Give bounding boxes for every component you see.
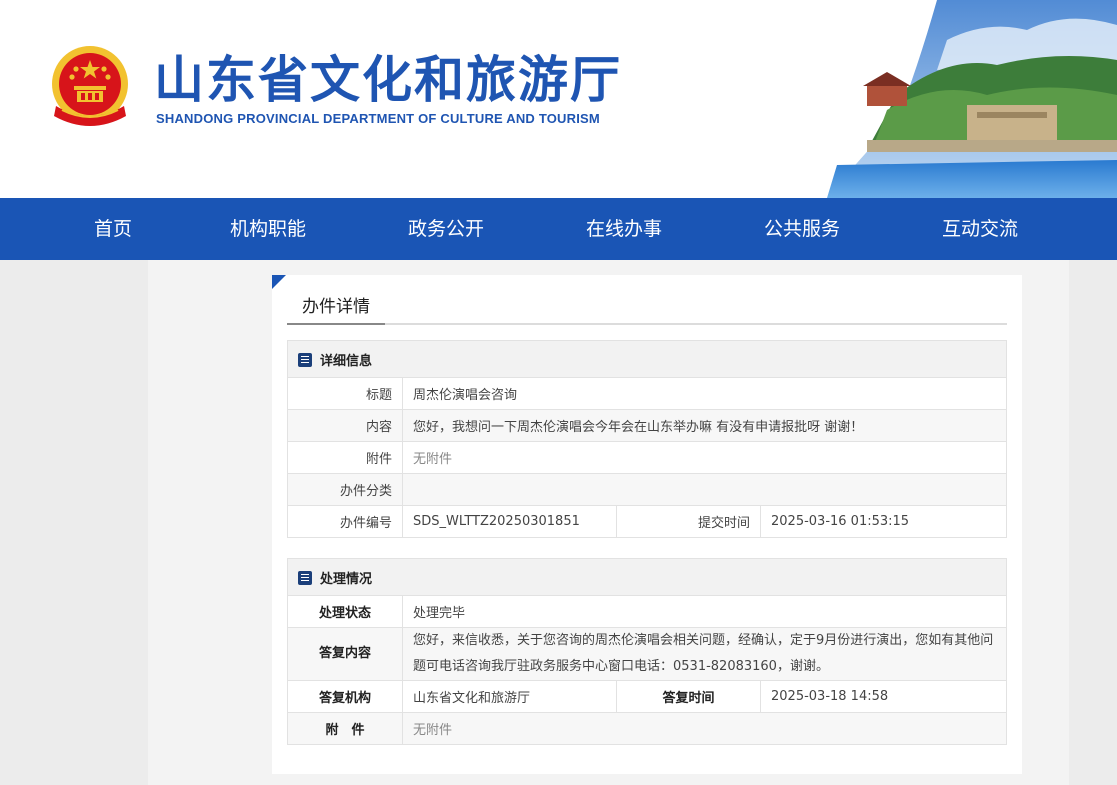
reply-org-value: 山东省文化和旅游厅 (402, 680, 617, 713)
nav-item-online-services[interactable]: 在线办事 (586, 198, 662, 260)
category-label: 办件分类 (287, 473, 403, 506)
nav-item-interaction[interactable]: 互动交流 (942, 198, 1018, 260)
nav-item-functions[interactable]: 机构职能 (230, 198, 306, 260)
case-number-label: 办件编号 (287, 505, 403, 538)
panel-tab-bar: 办件详情 (287, 292, 1007, 325)
section-header-processing: 处理情况 (287, 558, 1007, 596)
site-title: 山东省文化和旅游厅 (154, 51, 622, 109)
case-detail-panel: 办件详情 详细信息 标题 周杰伦演唱会咨询 内容 您好，我想问一下周杰伦演唱会今… (272, 275, 1022, 774)
status-value: 处理完毕 (402, 595, 1007, 628)
tab-case-detail[interactable]: 办件详情 (287, 292, 385, 325)
submit-time-label: 提交时间 (616, 505, 761, 538)
corner-marker (272, 275, 286, 289)
reply-attachment-value: 无附件 (402, 712, 1007, 745)
case-number-value: SDS_WLTTZ20250301851 (402, 505, 617, 538)
content-value: 您好，我想问一下周杰伦演唱会今年会在山东举办嘛 有没有申请报批呀 谢谢！ (402, 409, 1007, 442)
section-header-details: 详细信息 (287, 340, 1007, 378)
site-header: 山东省文化和旅游厅 SHANDONG PROVINCIAL DEPARTMENT… (0, 0, 1117, 198)
national-emblem-icon (52, 46, 128, 126)
content-label: 内容 (287, 409, 403, 442)
document-list-icon (298, 570, 312, 585)
status-label: 处理状态 (287, 595, 403, 628)
reply-time-value: 2025-03-18 14:58 (760, 680, 1007, 713)
document-list-icon (298, 352, 312, 367)
site-subtitle: SHANDONG PROVINCIAL DEPARTMENT OF CULTUR… (156, 111, 600, 126)
category-value (402, 473, 1007, 506)
title-value: 周杰伦演唱会咨询 (402, 377, 1007, 410)
nav-item-gov-affairs[interactable]: 政务公开 (408, 198, 484, 260)
section-title-processing: 处理情况 (320, 571, 373, 587)
title-label: 标题 (287, 377, 403, 410)
section-title-details: 详细信息 (320, 353, 373, 369)
reply-time-label: 答复时间 (616, 680, 761, 713)
reply-content-label: 答复内容 (287, 627, 403, 681)
banner-landscape-image (827, 0, 1117, 198)
attachment-value: 无附件 (402, 441, 1007, 474)
nav-item-public-services[interactable]: 公共服务 (764, 198, 840, 260)
main-nav: 首页 机构职能 政务公开 在线办事 公共服务 互动交流 (0, 198, 1117, 260)
reply-content-value: 您好，来信收悉，关于您咨询的周杰伦演唱会相关问题，经确认，定于9月份进行演出，您… (402, 627, 1007, 681)
detail-info-table: 详细信息 标题 周杰伦演唱会咨询 内容 您好，我想问一下周杰伦演唱会今年会在山东… (287, 340, 1007, 538)
reply-org-label: 答复机构 (287, 680, 403, 713)
processing-table: 处理情况 处理状态 处理完毕 答复内容 您好，来信收悉，关于您咨询的周杰伦演唱会… (287, 558, 1007, 745)
reply-attachment-label: 附 件 (287, 712, 403, 745)
attachment-label: 附件 (287, 441, 403, 474)
nav-item-home[interactable]: 首页 (94, 198, 132, 260)
submit-time-value: 2025-03-16 01:53:15 (760, 505, 1007, 538)
